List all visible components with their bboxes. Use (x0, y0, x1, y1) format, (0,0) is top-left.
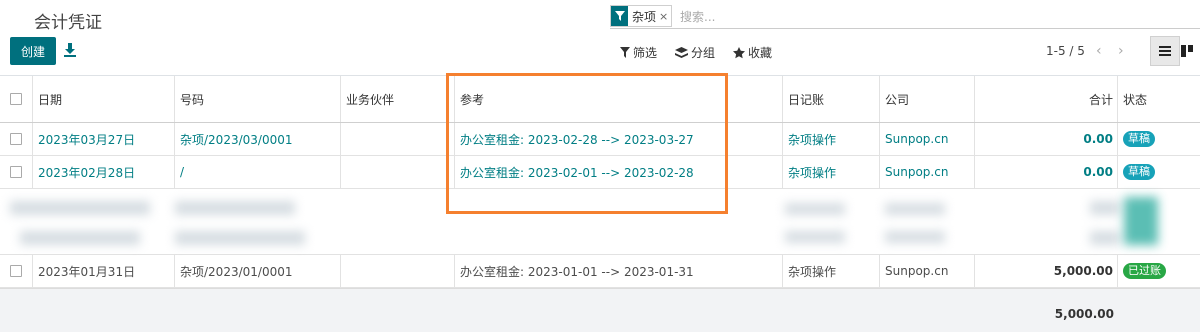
cell-state[interactable]: 草稿 (1118, 123, 1200, 155)
chevron-right-icon[interactable]: › (1118, 43, 1124, 59)
cell-state[interactable]: 草稿 (1118, 156, 1200, 188)
status-badge: 草稿 (1123, 164, 1155, 180)
favorites-label: 收藏 (748, 46, 773, 60)
redacted-block (10, 201, 150, 215)
redacted-block (1090, 201, 1120, 215)
cell-journal[interactable]: 杂项操作 (783, 123, 880, 155)
search-options: 筛选 分组 收藏 (620, 44, 772, 61)
kanban-view-button[interactable] (1181, 36, 1200, 66)
star-icon (733, 46, 746, 58)
cell-company[interactable]: Sunpop.cn (880, 156, 975, 188)
row-checkbox-cell[interactable] (0, 255, 33, 287)
row-checkbox-cell[interactable] (0, 123, 33, 155)
status-badge: 已过账 (1123, 263, 1166, 279)
column-header-company[interactable]: 公司 (880, 76, 975, 122)
facet-label: 杂项 (632, 9, 657, 24)
cell-partner[interactable] (341, 255, 455, 287)
redacted-block (785, 231, 845, 243)
facet-remove-button[interactable]: × (659, 10, 671, 23)
cell-date[interactable]: 2023年01月31日 (33, 255, 175, 287)
highlight-box (446, 73, 728, 214)
redacted-block (175, 231, 305, 245)
download-icon[interactable] (63, 42, 77, 58)
chevron-left-icon[interactable]: ‹ (1096, 43, 1102, 59)
cell-number[interactable]: 杂项/2023/01/0001 (175, 255, 341, 287)
select-all-checkbox-cell[interactable] (0, 76, 33, 122)
cell-total[interactable]: 0.00 (975, 123, 1118, 155)
create-button[interactable]: 创建 (10, 37, 56, 65)
favorites-button[interactable]: 收藏 (733, 44, 772, 61)
column-header-number[interactable]: 号码 (175, 76, 341, 122)
column-header-journal[interactable]: 日记账 (783, 76, 880, 122)
pager-value[interactable]: 1-5 / 5 (1046, 44, 1085, 58)
search-bar: 杂项 × (610, 5, 1200, 29)
redacted-block (20, 231, 140, 245)
page-title: 会计凭证 (34, 13, 102, 33)
cell-ref[interactable]: 办公室租金: 2023-01-01 --> 2023-01-31 (455, 255, 783, 287)
select-all-checkbox[interactable] (10, 93, 22, 105)
cell-number[interactable]: 杂项/2023/03/0001 (175, 123, 341, 155)
layers-icon (675, 46, 689, 58)
footer-total: 5,000.00 (1054, 307, 1114, 321)
column-header-total[interactable]: 合计 (975, 76, 1118, 122)
table-row[interactable]: 2023年01月31日 杂项/2023/01/0001 办公室租金: 2023-… (0, 255, 1200, 288)
filter-facet-icon (611, 6, 628, 26)
search-input[interactable] (680, 7, 1080, 27)
list-view-button[interactable] (1150, 36, 1180, 66)
row-checkbox-cell[interactable] (0, 156, 33, 188)
cell-number[interactable]: / (175, 156, 341, 188)
status-badge: 草稿 (1123, 131, 1155, 147)
redacted-block (885, 231, 945, 243)
filter-button[interactable]: 筛选 (620, 44, 657, 61)
cell-journal[interactable]: 杂项操作 (783, 255, 880, 287)
filter-label: 筛选 (633, 46, 658, 60)
search-facet: 杂项 × (610, 5, 673, 27)
row-checkbox[interactable] (10, 265, 22, 277)
row-checkbox[interactable] (10, 166, 22, 178)
group-by-button[interactable]: 分组 (675, 44, 715, 61)
control-panel: 会计凭证 创建 杂项 × 筛选 分组 收藏 1-5 / 5 ‹ › (0, 0, 1200, 75)
cell-journal[interactable]: 杂项操作 (783, 156, 880, 188)
row-checkbox[interactable] (10, 133, 22, 145)
cell-company[interactable]: Sunpop.cn (880, 255, 975, 287)
redacted-block (785, 203, 845, 215)
column-header-date[interactable]: 日期 (33, 76, 175, 122)
redacted-block (175, 201, 295, 215)
cell-total[interactable]: 5,000.00 (975, 255, 1118, 287)
cell-partner[interactable] (341, 156, 455, 188)
kanban-icon (1181, 45, 1193, 57)
column-header-state[interactable]: 状态 (1118, 76, 1200, 122)
group-by-label: 分组 (691, 46, 716, 60)
cell-partner[interactable] (341, 123, 455, 155)
column-header-partner[interactable]: 业务伙伴 (341, 76, 455, 122)
funnel-icon (620, 47, 630, 58)
redacted-block (1090, 231, 1120, 245)
redacted-block (1124, 197, 1158, 245)
cell-state[interactable]: 已过账 (1118, 255, 1200, 287)
list-icon (1159, 46, 1171, 56)
cell-company[interactable]: Sunpop.cn (880, 123, 975, 155)
cell-date[interactable]: 2023年02月28日 (33, 156, 175, 188)
cell-date[interactable]: 2023年03月27日 (33, 123, 175, 155)
redacted-block (885, 203, 945, 215)
table-footer: 5,000.00 (0, 288, 1200, 332)
cell-total[interactable]: 0.00 (975, 156, 1118, 188)
